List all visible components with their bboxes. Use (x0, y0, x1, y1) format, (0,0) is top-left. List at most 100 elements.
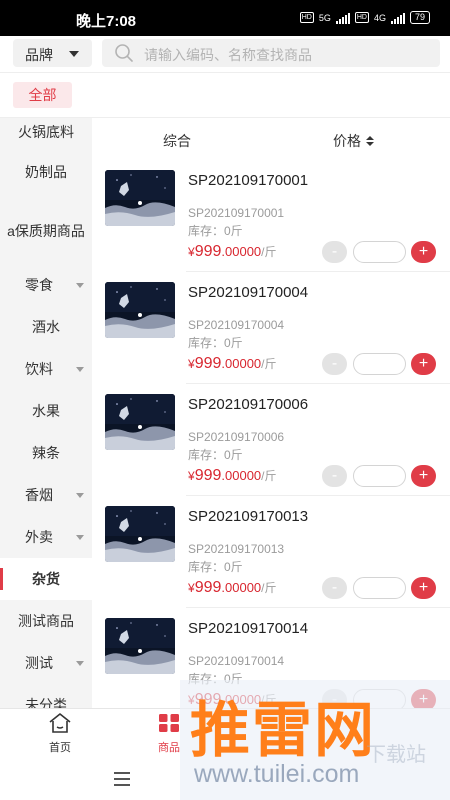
sort-price-tab[interactable]: 价格 (333, 131, 374, 151)
signal-icon (390, 12, 405, 24)
product-image[interactable] (105, 506, 175, 562)
quantity-input[interactable] (353, 577, 406, 599)
sidebar-item-label: 杂货 (32, 571, 60, 587)
decrease-quantity-button[interactable]: - (322, 465, 347, 487)
price-currency: ¥ (188, 581, 195, 595)
sidebar-item-label: 酒水 (32, 319, 60, 335)
sidebar-item[interactable]: a保质期商品 (0, 198, 92, 264)
decrease-quantity-button[interactable]: - (322, 241, 347, 263)
increase-quantity-button[interactable]: + (411, 577, 436, 599)
price-unit: /斤 (261, 245, 277, 259)
product-code: SP202109170014 (188, 654, 285, 668)
price-integer: 999 (194, 579, 222, 596)
product-stock: 库存：0斤 (188, 336, 243, 350)
brand-dropdown[interactable]: 品牌 (13, 39, 92, 67)
caret-down-icon[interactable] (76, 535, 84, 540)
category-sidebar: 火锅底料奶制品 a保质期商品 零食酒水饮料水果辣条香烟外卖杂货测试商品测试未分类 (0, 118, 92, 708)
hd-badge-icon: HD (354, 12, 369, 23)
increase-quantity-button[interactable]: + (411, 689, 436, 708)
price-unit: /斤 (261, 693, 277, 707)
price-decimal: .00000 (221, 356, 262, 371)
sidebar-item-label: 奶制品 (25, 164, 67, 180)
price-unit: /斤 (261, 469, 277, 483)
sidebar-item-label: 水果 (32, 403, 60, 419)
tab-home-label: 首页 (49, 742, 71, 754)
sort-bar: 综合 价格 (92, 118, 450, 160)
quantity-input[interactable] (353, 241, 406, 263)
sidebar-item[interactable]: 火锅底料 (0, 118, 92, 146)
product-row[interactable]: SP202109170013 SP202109170013 库存：0斤 ¥999.00… (92, 496, 450, 608)
sidebar-item[interactable]: 外卖 (0, 516, 92, 558)
caret-down-icon[interactable] (76, 283, 84, 288)
sidebar-item[interactable]: 测试 (0, 642, 92, 684)
caret-down-icon[interactable] (76, 493, 84, 498)
sidebar-item-label: 测试 (25, 655, 53, 671)
product-title: SP202109170006 (188, 396, 309, 413)
product-title: SP202109170001 (188, 172, 309, 189)
sort-price-label: 价格 (333, 133, 361, 149)
filter-bar: 全部 (0, 72, 450, 118)
caret-down-icon (69, 51, 79, 57)
increase-quantity-button[interactable]: + (411, 353, 436, 375)
product-image[interactable] (105, 282, 175, 338)
sidebar-item-label: 火锅底料 (18, 124, 74, 140)
price-currency: ¥ (188, 245, 195, 259)
sidebar-item[interactable]: 酒水 (0, 306, 92, 348)
tab-home[interactable]: 首页 (30, 713, 90, 755)
sort-general-tab[interactable]: 综合 (163, 131, 191, 151)
sidebar-item[interactable]: 辣条 (0, 432, 92, 474)
sidebar-item[interactable]: 奶制品 (0, 146, 92, 198)
decrease-quantity-button[interactable]: - (322, 353, 347, 375)
quantity-input[interactable] (353, 465, 406, 487)
sidebar-item[interactable]: 水果 (0, 390, 92, 432)
quantity-input[interactable] (353, 353, 406, 375)
price-integer: 999 (194, 691, 222, 708)
decrease-quantity-button[interactable]: - (322, 689, 347, 708)
product-code: SP202109170013 (188, 542, 285, 556)
grid-icon (139, 713, 199, 736)
sort-icon (366, 136, 374, 146)
quantity-input[interactable] (353, 689, 406, 708)
price-unit: /斤 (261, 357, 277, 371)
price-currency: ¥ (188, 469, 195, 483)
price-integer: 999 (194, 243, 222, 260)
increase-quantity-button[interactable]: + (411, 241, 436, 263)
product-image[interactable] (105, 618, 175, 674)
price-decimal: .00000 (221, 468, 262, 483)
product-code: SP202109170004 (188, 318, 285, 332)
price-currency: ¥ (188, 693, 195, 707)
status-bar: 晚上7:08 HD 5G HD 4G 79 (0, 0, 450, 36)
sidebar-item-label: 饮料 (25, 361, 53, 377)
sidebar-item[interactable]: 饮料 (0, 348, 92, 390)
product-row[interactable]: SP202109170004 SP202109170004 库存：0斤 ¥999.00… (92, 272, 450, 384)
caret-down-icon[interactable] (76, 661, 84, 666)
sidebar-item[interactable]: 香烟 (0, 474, 92, 516)
sidebar-item[interactable]: 未分类 (0, 684, 92, 708)
price-currency: ¥ (188, 357, 195, 371)
product-row[interactable]: SP202109170014 SP202109170014 库存：0斤 ¥999.00… (92, 608, 450, 708)
filter-chip-all[interactable]: 全部 (13, 82, 72, 108)
sidebar-item[interactable]: 测试商品 (0, 600, 92, 642)
price-integer: 999 (194, 467, 222, 484)
increase-quantity-button[interactable]: + (411, 465, 436, 487)
status-icons: HD 5G HD 4G 79 (299, 11, 430, 24)
product-row[interactable]: SP202109170001 SP202109170001 库存：0斤 ¥999.00… (92, 160, 450, 272)
product-image[interactable] (105, 170, 175, 226)
hd-badge-icon: HD (299, 12, 314, 23)
battery-icon: 79 (409, 11, 430, 24)
sidebar-item[interactable]: 杂货 (0, 558, 92, 600)
product-stock: 库存：0斤 (188, 448, 243, 462)
caret-down-icon[interactable] (76, 367, 84, 372)
network-label-b: 4G (373, 12, 386, 23)
sidebar-item[interactable]: 零食 (0, 264, 92, 306)
menu-icon[interactable] (114, 772, 130, 790)
product-row[interactable]: SP202109170006 SP202109170006 库存：0斤 ¥999.00… (92, 384, 450, 496)
tab-goods[interactable]: 商品 (139, 713, 199, 755)
product-title: SP202109170013 (188, 508, 309, 525)
product-list: SP202109170001 SP202109170001 库存：0斤 ¥999.00… (92, 160, 450, 708)
bottom-tab-bar: 首页 商品 (0, 708, 450, 758)
decrease-quantity-button[interactable]: - (322, 577, 347, 599)
product-image[interactable] (105, 394, 175, 450)
sidebar-item-label: 香烟 (25, 487, 53, 503)
search-input[interactable]: 请输入编码、名称查找商品 (102, 39, 440, 67)
